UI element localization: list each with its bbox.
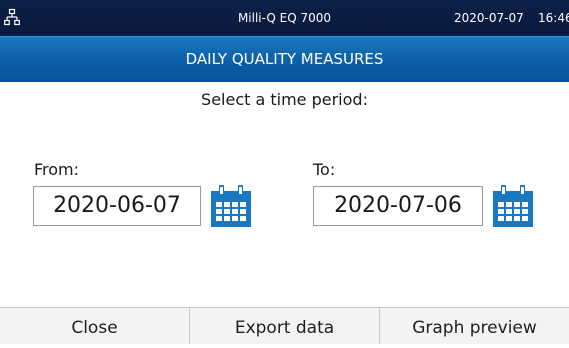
graph-preview-button[interactable]: Graph preview [379,308,569,344]
status-date: 2020-07-07 [454,11,524,25]
from-label: From: [34,160,80,179]
to-calendar-icon[interactable] [491,182,535,230]
from-date-field[interactable]: 2020-06-07 [33,186,201,226]
to-label: To: [313,160,336,179]
to-date-field[interactable]: 2020-07-06 [313,186,483,226]
status-time: 16:46 [538,11,569,25]
export-data-button[interactable]: Export data [189,308,379,344]
footer-button-bar: Close Export data Graph preview [0,307,569,344]
close-button[interactable]: Close [0,308,189,344]
from-calendar-icon[interactable] [209,182,253,230]
time-period-prompt: Select a time period: [201,90,368,109]
status-bar: Milli-Q EQ 7000 2020-07-07 16:46 [0,0,569,36]
page-title: DAILY QUALITY MEASURES [0,36,569,82]
